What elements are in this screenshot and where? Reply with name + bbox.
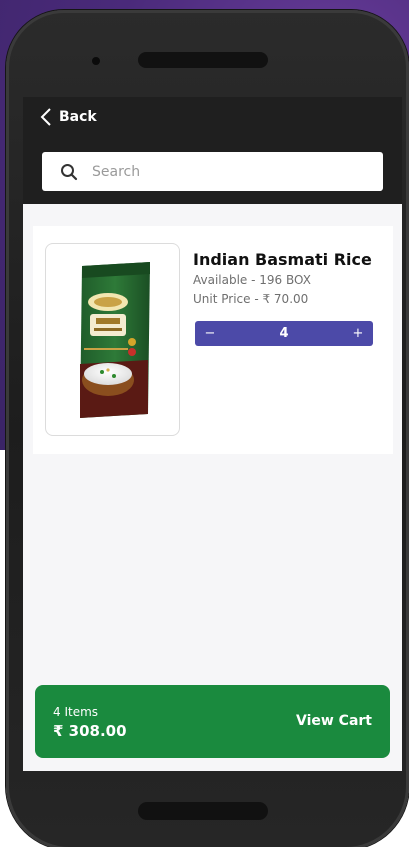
quantity-stepper: − 4 +: [195, 321, 373, 346]
search-input[interactable]: [92, 163, 372, 180]
earpiece-speaker: [138, 52, 268, 68]
decrement-button[interactable]: −: [195, 321, 225, 346]
product-image[interactable]: [45, 243, 180, 436]
product-card[interactable]: Indian Basmati Rice Available - 196 BOX …: [33, 226, 393, 454]
increment-button[interactable]: +: [343, 321, 373, 346]
top-bar: Back: [23, 97, 402, 204]
back-label: Back: [59, 109, 97, 125]
search-bar: [42, 152, 383, 191]
rice-bag-icon: [80, 262, 150, 418]
product-availability: Available - 196 BOX: [193, 273, 311, 287]
search-icon: [61, 163, 78, 180]
product-unit-price: Unit Price - ₹ 70.00: [193, 292, 309, 306]
back-button[interactable]: Back: [39, 105, 97, 129]
cart-total: ₹ 308.00: [53, 722, 127, 740]
app-screen: Back Search Indian Basmati Rice Availabl…: [23, 97, 402, 771]
view-cart-button[interactable]: View Cart: [296, 713, 372, 729]
cart-item-count: 4 Items: [53, 705, 99, 719]
view-cart-bar[interactable]: 4 Items ₹ 308.00 View Cart: [35, 685, 390, 758]
front-camera: [92, 57, 100, 65]
product-name: Indian Basmati Rice: [193, 250, 372, 269]
quantity-value: 4: [279, 326, 289, 341]
bottom-speaker: [138, 802, 268, 820]
chevron-left-icon: [40, 108, 51, 126]
